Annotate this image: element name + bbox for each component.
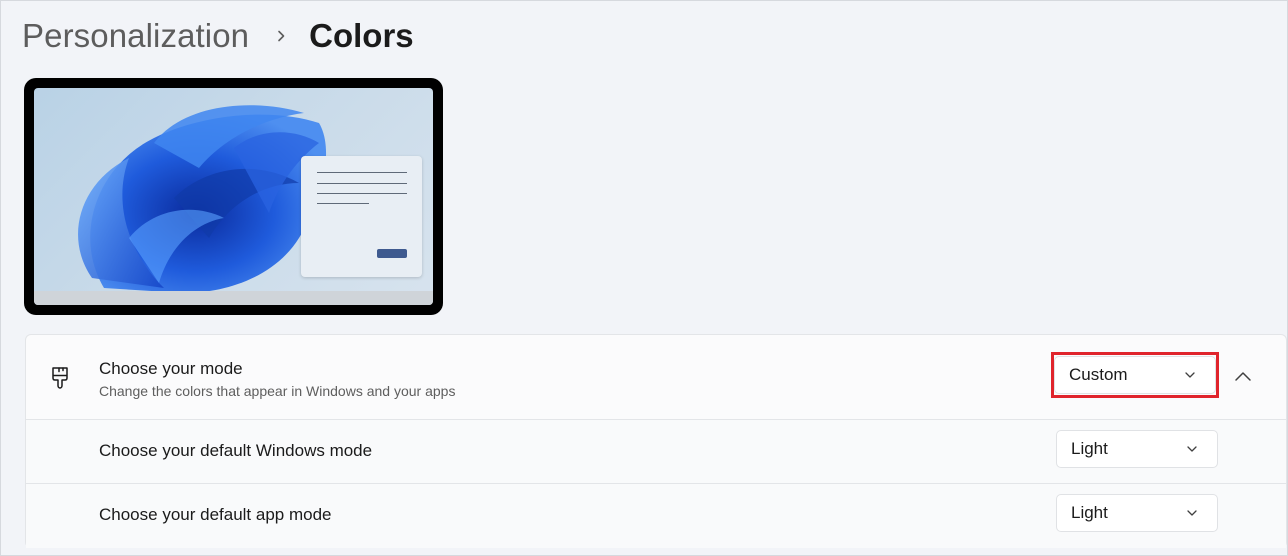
app-mode-label: Choose your default app mode [99, 505, 332, 524]
choose-mode-card: Choose your mode Change the colors that … [25, 334, 1287, 548]
chevron-up-icon[interactable] [1232, 367, 1254, 387]
preview-line [317, 183, 407, 184]
chevron-right-icon [278, 30, 285, 42]
preview-line [317, 203, 369, 204]
app-mode-dropdown-value: Light [1071, 503, 1108, 522]
highlight-annotation [1051, 352, 1219, 398]
choose-mode-description: Change the colors that appear in Windows… [99, 383, 456, 399]
breadcrumb: Personalization Colors [22, 14, 414, 58]
choose-mode-title: Choose your mode [99, 359, 243, 378]
theme-preview [24, 78, 443, 315]
choose-mode-row[interactable]: Choose your mode Change the colors that … [26, 335, 1286, 420]
windows-mode-dropdown[interactable]: Light [1056, 430, 1218, 468]
breadcrumb-personalization[interactable]: Personalization [22, 17, 249, 55]
windows-mode-label: Choose your default Windows mode [99, 441, 373, 460]
windows-mode-row: Choose your default Windows mode Light [26, 420, 1286, 484]
paintbrush-icon [52, 367, 68, 389]
chevron-down-icon [1187, 446, 1197, 452]
app-mode-dropdown[interactable]: Light [1056, 494, 1218, 532]
preview-line [317, 193, 407, 194]
preview-taskbar [34, 291, 433, 305]
app-mode-row: Choose your default app mode Light [26, 484, 1286, 548]
preview-desktop [34, 88, 433, 305]
chevron-down-icon [1187, 510, 1197, 516]
preview-line [317, 172, 407, 173]
windows-mode-dropdown-value: Light [1071, 439, 1108, 458]
page-title: Colors [309, 17, 414, 54]
preview-window [301, 156, 422, 277]
preview-button [377, 249, 407, 258]
